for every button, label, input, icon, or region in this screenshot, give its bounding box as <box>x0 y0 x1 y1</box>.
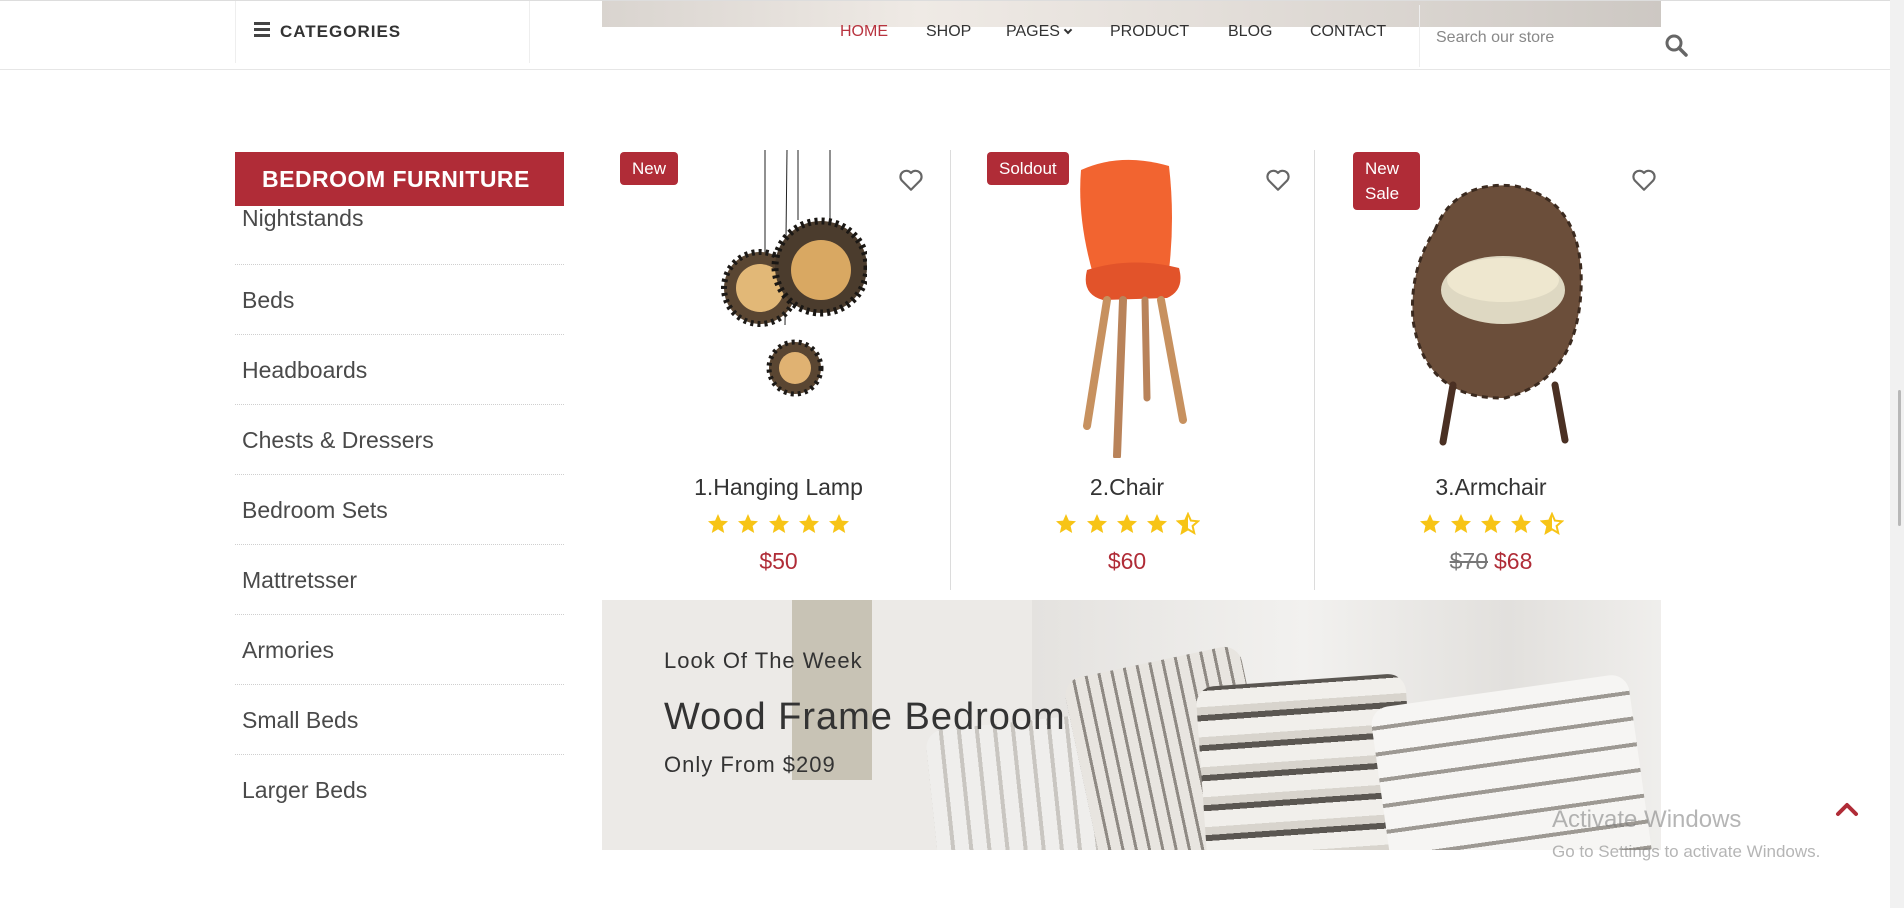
old-price: $70 <box>1449 548 1488 574</box>
star-icon <box>829 514 850 533</box>
star-icon <box>768 514 789 533</box>
banner-title[interactable]: Wood Frame Bedroom <box>664 696 1066 739</box>
current-price: $60 <box>1107 548 1147 574</box>
search-icon[interactable] <box>1664 33 1688 57</box>
nav-pages[interactable]: PAGES <box>1006 23 1073 41</box>
search-box <box>1419 5 1667 67</box>
site-header: CATEGORIES HOME SHOP PAGES PRODUCT BLOG … <box>0 0 1890 70</box>
search-input[interactable] <box>1426 19 1658 57</box>
heart-icon[interactable] <box>898 168 924 192</box>
sidebar-item-beds[interactable]: Beds <box>235 265 564 335</box>
product-card[interactable]: New 1.Hanging Lamp $50 <box>602 150 955 590</box>
windows-activation-watermark: Activate Windows Go to Settings to activ… <box>1552 806 1820 862</box>
rating-stars <box>951 511 1303 536</box>
armchair-image[interactable] <box>1395 180 1595 450</box>
star-half-icon <box>1539 511 1565 536</box>
hanging-lamp-image[interactable] <box>677 150 867 420</box>
page-scrollbar[interactable] <box>1890 0 1904 908</box>
sidebar-item-chests-dressers[interactable]: Chests & Dressers <box>235 405 564 475</box>
nav-shop[interactable]: SHOP <box>926 23 971 41</box>
star-half-icon <box>1175 511 1201 536</box>
star-icon <box>1420 514 1441 533</box>
sidebar-item-larger-beds[interactable]: Larger Beds <box>235 755 564 825</box>
star-icon <box>707 514 728 533</box>
sidebar-item-nightstands[interactable]: Nightstands <box>235 206 564 265</box>
product-badge: New <box>620 152 679 185</box>
nav-home[interactable]: HOME <box>840 23 888 41</box>
current-price: $68 <box>1494 548 1533 574</box>
banner-subtitle: Only From $209 <box>664 752 836 777</box>
star-icon <box>1117 514 1137 533</box>
star-icon <box>1481 514 1501 533</box>
sidebar-item-armories[interactable]: Armories <box>235 615 564 685</box>
sidebar-item-small-beds[interactable]: Small Beds <box>235 685 564 755</box>
star-icon <box>1147 514 1168 533</box>
product-name[interactable]: 2.Chair <box>951 474 1303 501</box>
product-card[interactable]: New Sale 3.Armchair $70 $68 <box>1314 150 1667 590</box>
chair-image[interactable] <box>1051 158 1211 458</box>
promo-banner[interactable]: Look Of The Week Wood Frame Bedroom Only… <box>602 600 1661 850</box>
star-icon <box>1086 514 1107 533</box>
sidebar-item-mattresses[interactable]: Mattretsser <box>235 545 564 615</box>
current-price: $50 <box>759 548 798 574</box>
product-grid: New 1.Hanging Lamp $50 Soldout 2.Chair $… <box>602 150 1661 590</box>
nav-pages-label: PAGES <box>1006 23 1060 40</box>
rating-stars <box>602 512 955 536</box>
watermark-line-1: Activate Windows <box>1552 806 1742 833</box>
heart-icon[interactable] <box>1631 168 1657 192</box>
nav-product[interactable]: PRODUCT <box>1110 23 1189 41</box>
sidebar-item-bedroom-sets[interactable]: Bedroom Sets <box>235 475 564 545</box>
product-price: $70 $68 <box>1315 548 1667 575</box>
categories-toggle[interactable]: CATEGORIES <box>235 1 530 63</box>
watermark-line-2: Go to Settings to activate Windows. <box>1552 842 1821 861</box>
star-icon <box>1511 514 1532 533</box>
star-icon <box>798 514 819 533</box>
sidebar-title: BEDROOM FURNITURE <box>235 152 564 206</box>
banner-eyebrow: Look Of The Week <box>664 648 863 673</box>
categories-label: CATEGORIES <box>280 22 402 41</box>
star-icon <box>1450 514 1471 533</box>
star-icon <box>738 514 759 533</box>
sidebar-list: Nightstands Beds Headboards Chests & Dre… <box>235 206 564 825</box>
sidebar-item-headboards[interactable]: Headboards <box>235 335 564 405</box>
heart-icon[interactable] <box>1265 168 1291 192</box>
product-price: $50 <box>602 548 955 575</box>
product-name[interactable]: 1.Hanging Lamp <box>602 474 955 501</box>
nav-blog[interactable]: BLOG <box>1228 23 1272 41</box>
star-icon <box>1056 514 1077 533</box>
nav-contact[interactable]: CONTACT <box>1310 23 1386 41</box>
chevron-up-icon[interactable] <box>1834 796 1860 822</box>
product-name[interactable]: 3.Armchair <box>1315 474 1667 501</box>
product-price: $60 <box>951 548 1303 575</box>
chevron-down-icon <box>1063 25 1073 35</box>
rating-stars <box>1315 511 1667 536</box>
category-sidebar: BEDROOM FURNITURE Nightstands Beds Headb… <box>235 152 564 825</box>
scrollbar-thumb[interactable] <box>1898 390 1901 526</box>
menu-icon <box>254 22 270 37</box>
product-card[interactable]: Soldout 2.Chair $60 <box>950 150 1303 590</box>
